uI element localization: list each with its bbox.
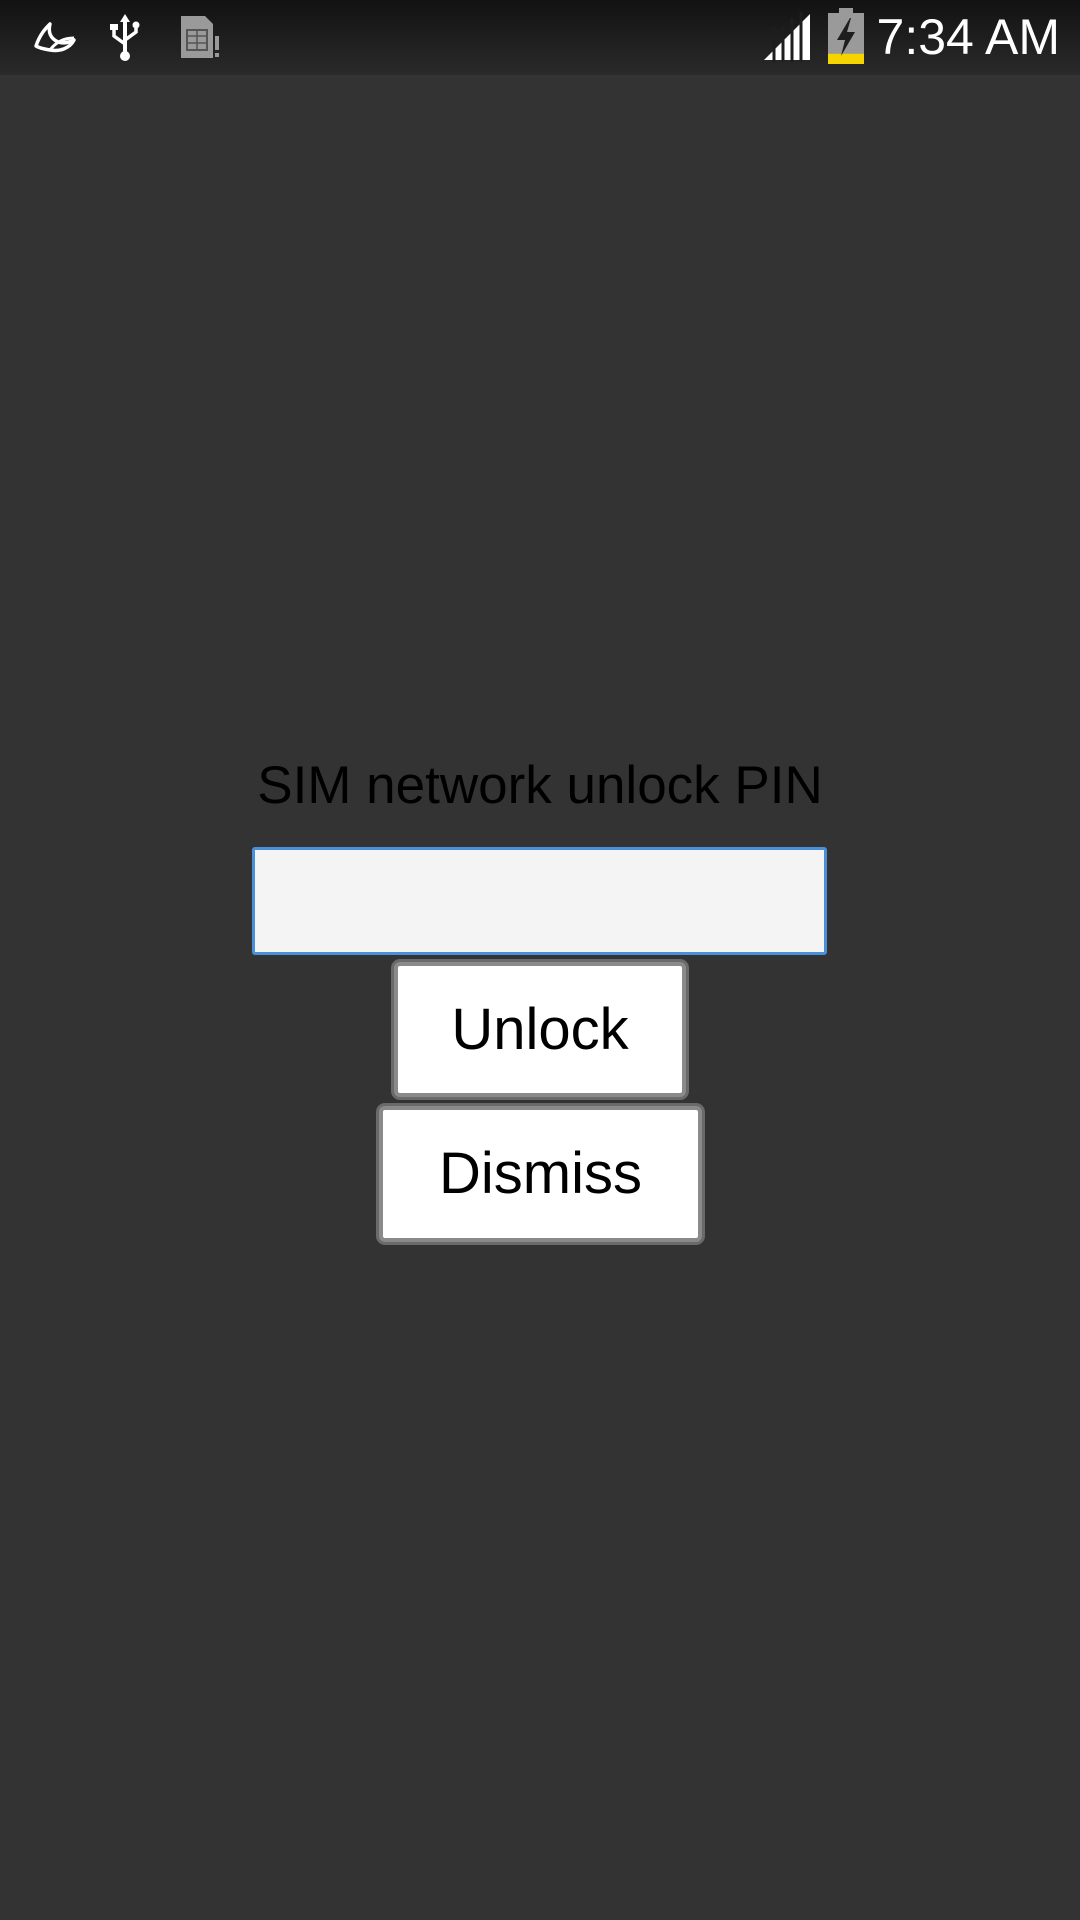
unlock-button[interactable]: Unlock xyxy=(394,962,686,1097)
usb-icon xyxy=(100,12,150,62)
pin-prompt-label: SIM network unlock PIN xyxy=(257,756,823,815)
signal-icon xyxy=(762,12,812,62)
sim-card-icon xyxy=(175,12,225,62)
pin-input[interactable] xyxy=(252,847,827,955)
battery-charging-icon xyxy=(826,8,866,64)
status-bar: 7:34 AM xyxy=(0,0,1080,75)
dismiss-button[interactable]: Dismiss xyxy=(379,1106,702,1242)
swiftkey-icon xyxy=(30,12,80,62)
status-bar-time: 7:34 AM xyxy=(876,9,1060,65)
battery-level-fill xyxy=(828,53,864,64)
